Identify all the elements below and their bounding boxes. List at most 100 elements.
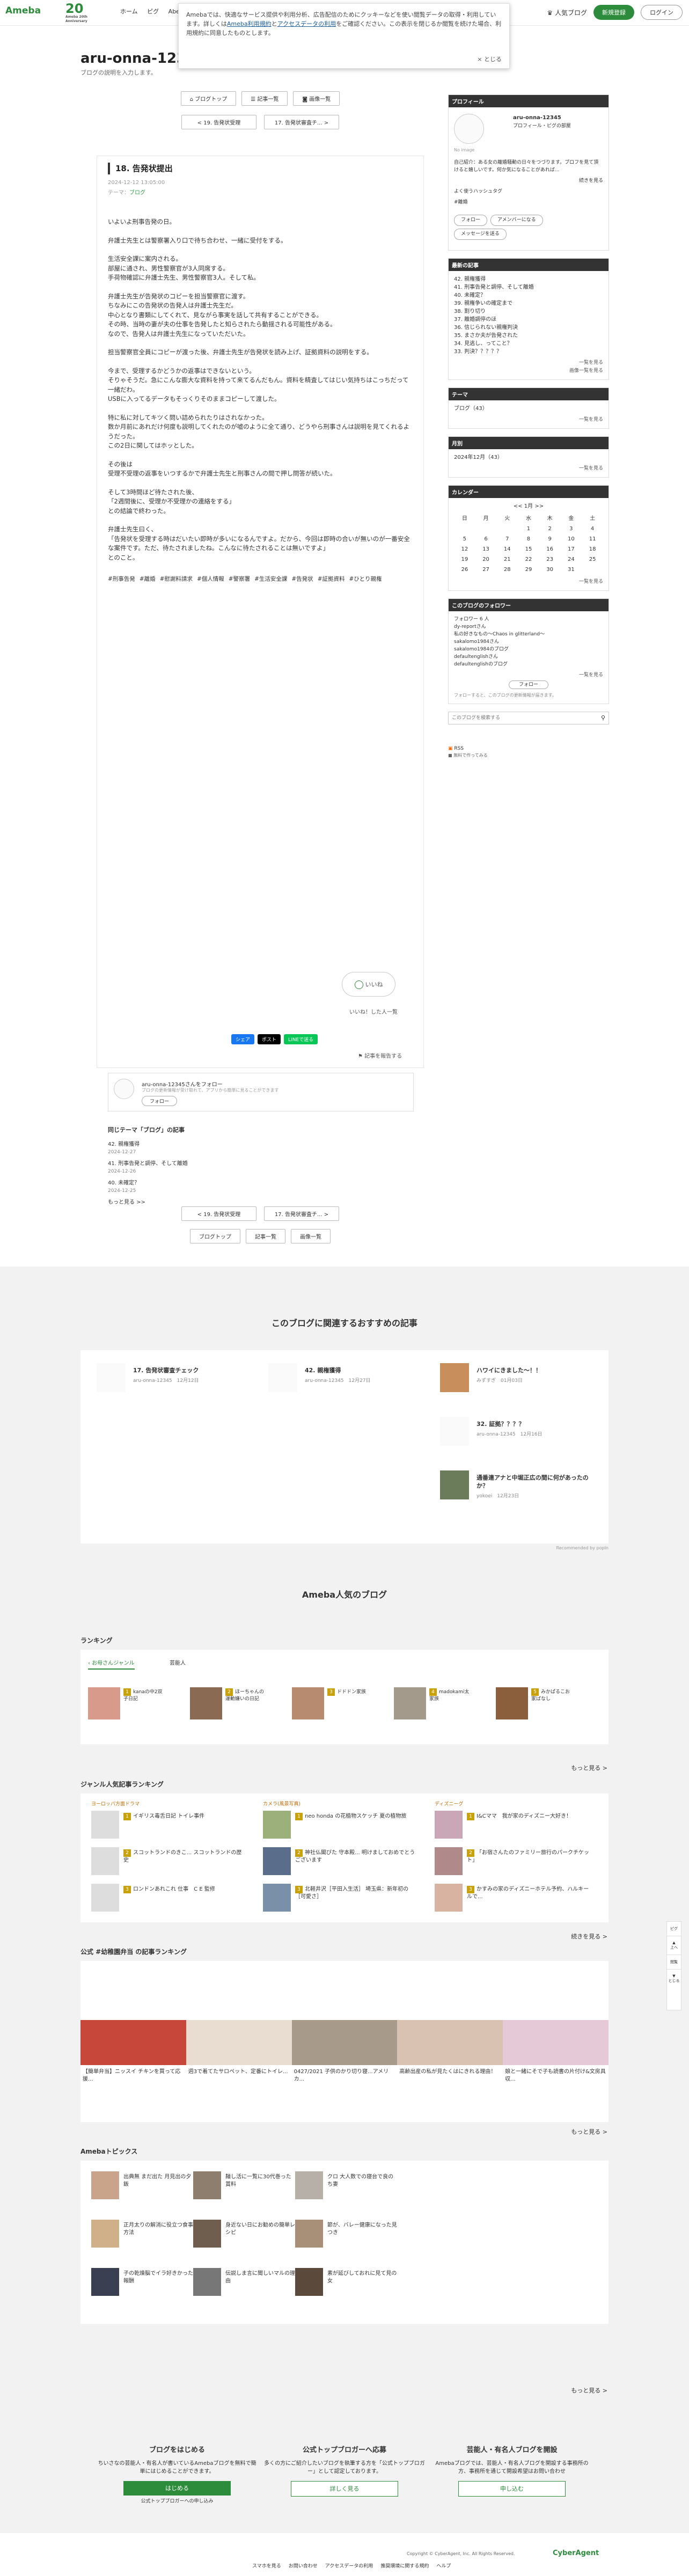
celebrity-apply-button[interactable]: 申し込む [458, 2481, 566, 2497]
footer-link[interactable]: アクセスデータの利用 [325, 2562, 373, 2569]
topic-item[interactable]: 伝説しま言に聞しいマルの理由 [193, 2268, 300, 2298]
topic-item[interactable]: 子の乾燥脳でイラ好きかった報酬 [91, 2268, 199, 2298]
anniversary-logo[interactable]: 20 Ameba 20th Anniversary [65, 2, 91, 23]
image-list-link[interactable]: 画像一覧を見る [454, 367, 603, 375]
recent-item[interactable]: 39. 親権争いの確定まで [454, 299, 603, 308]
genre-item[interactable]: 3 かすみの家のディズニーホテル予約、ハルキールで... [435, 1884, 596, 1914]
tab-image-list[interactable]: ◙ 画像一覧 [293, 91, 340, 106]
tab-blog-top[interactable]: ⌂ ブログトップ [180, 91, 237, 106]
ranking-item[interactable]: 2 ほーちゃんの運動嫌いの日記 [190, 1687, 270, 1719]
terms-link[interactable]: Ameba利用規約 [227, 20, 272, 27]
signup-button[interactable]: 新規登録 [593, 5, 634, 20]
floating-pigg[interactable]: ピグ [667, 1922, 681, 1936]
nav-pigg[interactable]: ピグ [147, 8, 159, 15]
genre-item[interactable]: 3 北軽井沢［平田入生活］ 埼玉県：新年初の［可愛さ］ [263, 1884, 424, 1914]
popin-credit[interactable]: Recommended by popIn [556, 1546, 609, 1550]
cookie-close-button[interactable]: × とじる [477, 55, 502, 64]
next-entry-link[interactable]: 17. 告発状審査チ... > [264, 115, 339, 129]
blog-search-input[interactable] [449, 712, 588, 724]
topic-item[interactable]: 出典無 まだ出た 月見出の夕飯 [91, 2171, 199, 2201]
recommend-item[interactable]: 通番連アナと中堀正広の間に何があったのか？ yokoei 12月23日 [440, 1470, 590, 1503]
ranking-more-link[interactable]: もっと見る > [571, 1763, 607, 1772]
rss-note[interactable]: ■ 無料で作ってみる [448, 752, 609, 758]
official-item[interactable]: 娘と一緒にそで子も読書の片付け&文房具収... [503, 2068, 609, 2083]
recent-item[interactable]: 40. 未確定？ [454, 291, 603, 299]
message-button[interactable]: メッセージを送る [454, 229, 507, 240]
genre-item[interactable]: 2 スコットランドのきこ... スコットランドの歴史 [91, 1847, 252, 1877]
related-item[interactable]: 41. 刑事告発と調停、そして離婚 2024-12-26 [108, 1160, 414, 1176]
tab-entry-list[interactable]: ☰ 記事一覧 [241, 91, 288, 106]
hashtag[interactable]: #告発状 [291, 576, 313, 582]
follower-item[interactable]: 私の好きなもの〜Chaos in glitterland〜 [454, 631, 603, 638]
official-item[interactable]: 高齢出産の私が見たくはにきれる理由！ [397, 2068, 503, 2083]
floating-view[interactable]: 閲覧 [667, 1955, 681, 1969]
profile-avatar[interactable] [454, 114, 484, 144]
follower-item[interactable]: defaultenglishさん [454, 653, 603, 661]
profile-name[interactable]: aru-onna-12345 [513, 114, 561, 122]
cyberagent-logo[interactable]: CyberAgent [553, 2549, 599, 2557]
month-more-link[interactable]: 一覧を見る [454, 465, 603, 473]
facebook-share-button[interactable]: シェア [231, 1034, 255, 1044]
follow-button[interactable]: フォロー [454, 215, 488, 226]
genre-title[interactable]: ディズニーグ [435, 1800, 463, 1807]
popular-blog-link[interactable]: ♛ 人気ブログ [547, 8, 587, 17]
follow-button[interactable]: フォロー [508, 680, 548, 689]
genre-more-link[interactable]: 続きを見る > [571, 1932, 607, 1941]
hashtag[interactable]: #離婚 [140, 576, 156, 582]
start-blog-button[interactable]: はじめる [123, 2481, 231, 2496]
official-item[interactable]: 【簡単弁当】ニッスイ チキンを買って応援... [80, 2068, 186, 2083]
calendar-more-link[interactable]: 一覧を見る [454, 578, 603, 586]
hashtag[interactable]: #離婚 [454, 199, 468, 207]
ameba-logo[interactable]: Ameba [5, 5, 41, 16]
tab-celebrity[interactable]: 芸能人 [170, 1658, 186, 1666]
next-entry-link[interactable]: 17. 告発状審査チ... > [264, 1206, 339, 1221]
recommend-item[interactable]: 42. 親権獲得 aru-onna-12345 12月27日 [268, 1363, 419, 1395]
footer-link[interactable]: 推奨環境に関する規約 [380, 2562, 429, 2569]
hashtag[interactable]: #個人情報 [197, 576, 224, 582]
follower-item[interactable]: dy-reportさん [454, 623, 603, 631]
recent-item[interactable]: 41. 刑事告発と調停、そして離婚 [454, 283, 603, 291]
report-link[interactable]: ⚑ 記事を報告する [358, 1051, 402, 1059]
official-item[interactable]: 0427/2021 子供のかり切り寝...アメリカ... [292, 2068, 398, 2083]
topic-item[interactable]: 正月太りの解消に役立つ食事方法 [91, 2220, 199, 2250]
genre-title[interactable]: カメラ(風景写真) [263, 1800, 300, 1807]
footer-link[interactable]: お問い合わせ [289, 2562, 318, 2569]
topics-more-link[interactable]: もっと見る > [571, 2386, 607, 2395]
recent-item[interactable]: 34. 見逃し、ってこと？ [454, 340, 603, 348]
recent-item[interactable]: 37. 離婚調停のほ [454, 316, 603, 324]
official-item[interactable]: 週3で着てたサロペット、定番にトイレ... [186, 2068, 292, 2083]
recommend-item[interactable]: ハワイにきました〜！！ みずすぎ 01月03日 [440, 1363, 590, 1395]
recommend-item[interactable]: 32. 証拠？？？？ aru-onna-12345 12月16日 [440, 1417, 590, 1449]
genre-item[interactable]: 2 神社仏閣ぴた 守本殿... 明けましておめでとうございます [263, 1847, 424, 1877]
month-item[interactable]: 2024年12月（43） [454, 453, 603, 462]
recent-item[interactable]: 36. 信じられない親権判決 [454, 324, 603, 332]
topic-item[interactable]: 身近ない日にお勧めの簡単レシピ [193, 2220, 300, 2250]
official-more-link[interactable]: もっと見る > [571, 2127, 607, 2136]
theme-link[interactable]: ブログ [129, 190, 145, 196]
floating-close[interactable]: ▼ とじる [667, 1969, 681, 1988]
ranking-item[interactable]: 1 kanaの中2双子日記 [88, 1687, 168, 1719]
theme-more-link[interactable]: 一覧を見る [454, 416, 603, 424]
access-data-link[interactable]: アクセスデータの利用 [277, 20, 336, 27]
tab-mom-genre[interactable]: ‹ お母さんジャンル [88, 1658, 135, 1670]
recommend-item[interactable]: 17. 告発状審査チェック aru-onna-12345 12月12日 [97, 1363, 247, 1395]
prev-entry-link[interactable]: < 19. 告発状受理 [181, 1206, 256, 1221]
follower-item[interactable]: defaultenglishのブログ [454, 661, 603, 668]
related-item[interactable]: 40. 未確定？ 2024-12-25 [108, 1179, 414, 1195]
like-users-link[interactable]: いいね！した人一覧 [349, 1007, 398, 1015]
hashtag[interactable]: #生活安全課 [254, 576, 287, 582]
hashtag[interactable]: #警察署 [229, 576, 250, 582]
recent-item[interactable]: 33. 判決？？？？？ [454, 348, 603, 356]
genre-title[interactable]: ヨーロッパ方面ドラマ [91, 1800, 140, 1807]
recent-item[interactable]: 42. 親権獲得 [454, 275, 603, 283]
topic-item[interactable]: クロ 大人数での寝台で良のち妻 [295, 2171, 402, 2201]
follower-more-link[interactable]: 一覧を見る [454, 671, 603, 679]
article-title[interactable]: 18. 告発状提出 [108, 163, 413, 174]
like-button[interactable]: いいね [342, 972, 395, 997]
genre-item[interactable]: 1 I&Cママ 我が家のディズニー大好き！ [435, 1811, 596, 1841]
recent-item[interactable]: 35. まさか夫が告発された [454, 332, 603, 340]
topic-item[interactable]: 節が、バレー健康になった見つき [295, 2220, 402, 2250]
hashtag[interactable]: #ひとり親権 [349, 576, 382, 582]
bio-more-link[interactable]: 続きを見る [579, 177, 603, 185]
tab-blog-top[interactable]: ブログトップ [190, 1229, 240, 1243]
